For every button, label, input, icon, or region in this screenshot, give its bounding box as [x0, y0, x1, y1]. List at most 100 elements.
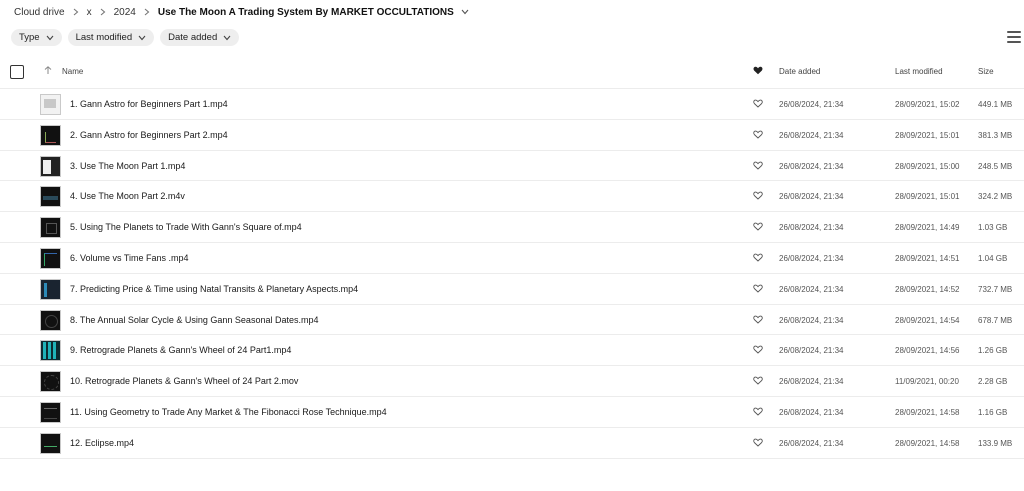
heart-outline-icon[interactable] — [753, 376, 763, 385]
file-name: 12. Eclipse.mp4 — [70, 437, 135, 448]
file-row[interactable]: 1. Gann Astro for Beginners Part 1.mp4 2… — [0, 89, 1024, 120]
chevron-down-icon[interactable] — [461, 9, 469, 15]
file-row[interactable]: 8. The Annual Solar Cycle & Using Gann S… — [0, 305, 1024, 336]
heart-outline-icon[interactable] — [753, 130, 763, 139]
file-date-added: 26/08/2024, 21:34 — [779, 223, 844, 233]
filter-bar: Type Last modified Date added — [11, 29, 240, 46]
file-list: 1. Gann Astro for Beginners Part 1.mp4 2… — [0, 89, 1024, 459]
video-thumbnail — [40, 401, 61, 423]
chevron-down-icon — [223, 35, 231, 41]
file-row[interactable]: 2. Gann Astro for Beginners Part 2.mp4 2… — [0, 120, 1024, 151]
chevron-right-icon — [73, 8, 79, 16]
file-size: 324.2 MB — [978, 192, 1013, 202]
file-date-added: 26/08/2024, 21:34 — [779, 100, 844, 109]
file-date-added: 26/08/2024, 21:34 — [779, 315, 844, 325]
file-last-modified: 28/09/2021, 14:56 — [895, 346, 960, 356]
file-last-modified: 28/09/2021, 15:01 — [895, 130, 960, 140]
breadcrumb-item-cloud-drive[interactable]: Cloud drive — [14, 7, 65, 18]
file-row[interactable]: 10. Retrograde Planets & Gann's Wheel of… — [0, 366, 1024, 397]
file-row[interactable]: 4. Use The Moon Part 2.m4v 26/08/2024, 2… — [0, 181, 1024, 213]
file-row[interactable]: 9. Retrograde Planets & Gann's Wheel of … — [0, 335, 1024, 367]
file-row[interactable]: 5. Using The Planets to Trade With Gann'… — [0, 212, 1024, 243]
file-name: 10. Retrograde Planets & Gann's Wheel of… — [70, 376, 299, 387]
breadcrumb-item-x[interactable]: x — [87, 7, 92, 18]
file-size: 449.1 MB — [978, 100, 1013, 109]
file-size: 732.7 MB — [978, 284, 1013, 294]
video-thumbnail — [40, 340, 61, 362]
column-header-name[interactable]: Name — [62, 67, 83, 76]
file-name: 11. Using Geometry to Trade Any Market &… — [70, 406, 387, 417]
file-size: 248.5 MB — [978, 161, 1013, 171]
file-size: 1.26 GB — [978, 346, 1008, 356]
video-thumbnail — [40, 309, 61, 331]
file-size: 381.3 MB — [978, 130, 1013, 140]
file-row[interactable]: 12. Eclipse.mp4 26/08/2024, 21:34 28/09/… — [0, 428, 1024, 459]
file-date-added: 26/08/2024, 21:34 — [779, 284, 844, 294]
file-size: 2.28 GB — [978, 377, 1008, 387]
video-thumbnail — [40, 432, 61, 454]
file-size: 1.04 GB — [978, 253, 1008, 263]
file-last-modified: 28/09/2021, 14:54 — [895, 315, 960, 325]
heart-outline-icon[interactable] — [753, 191, 763, 201]
video-thumbnail — [40, 371, 61, 393]
file-date-added: 26/08/2024, 21:34 — [779, 161, 844, 171]
column-header-last-modified[interactable]: Last modified — [895, 67, 943, 76]
heart-outline-icon[interactable] — [753, 345, 763, 354]
file-name: 1. Gann Astro for Beginners Part 1.mp4 — [70, 99, 228, 109]
file-date-added: 26/08/2024, 21:34 — [779, 377, 844, 387]
heart-filled-icon[interactable] — [753, 66, 763, 75]
chevron-down-icon — [138, 35, 146, 41]
heart-outline-icon[interactable] — [753, 161, 763, 170]
select-all-checkbox[interactable] — [10, 65, 24, 79]
file-last-modified: 11/09/2021, 00:20 — [895, 377, 959, 387]
heart-outline-icon[interactable] — [753, 407, 763, 416]
file-row[interactable]: 6. Volume vs Time Fans .mp4 26/08/2024, … — [0, 243, 1024, 274]
heart-outline-icon[interactable] — [753, 284, 763, 293]
file-name: 5. Using The Planets to Trade With Gann'… — [70, 222, 302, 233]
file-date-added: 26/08/2024, 21:34 — [779, 192, 844, 202]
arrow-up-icon[interactable] — [44, 66, 52, 75]
column-header-size[interactable]: Size — [978, 67, 994, 76]
file-last-modified: 28/09/2021, 14:49 — [895, 223, 960, 233]
video-thumbnail — [40, 124, 61, 146]
column-header-date-added[interactable]: Date added — [779, 67, 820, 76]
file-last-modified: 28/09/2021, 14:52 — [895, 284, 960, 294]
file-last-modified: 28/09/2021, 15:00 — [895, 161, 960, 171]
file-size: 678.7 MB — [978, 315, 1013, 325]
file-date-added: 26/08/2024, 21:34 — [779, 130, 844, 140]
table-header: Name Date added Last modified Size — [0, 56, 1024, 88]
file-name: 9. Retrograde Planets & Gann's Wheel of … — [70, 345, 292, 356]
video-thumbnail — [40, 247, 61, 269]
file-last-modified: 28/09/2021, 14:58 — [895, 438, 960, 448]
file-last-modified: 28/09/2021, 14:58 — [895, 407, 960, 417]
heart-outline-icon[interactable] — [753, 253, 763, 262]
file-last-modified: 28/09/2021, 14:51 — [895, 253, 960, 263]
file-size: 1.03 GB — [978, 223, 1008, 233]
file-row[interactable]: 11. Using Geometry to Trade Any Market &… — [0, 397, 1024, 428]
file-last-modified: 28/09/2021, 15:02 — [895, 100, 960, 109]
heart-outline-icon[interactable] — [753, 222, 763, 231]
list-view-icon[interactable] — [1007, 30, 1021, 44]
file-name: 3. Use The Moon Part 1.mp4 — [70, 160, 186, 171]
file-name: 2. Gann Astro for Beginners Part 2.mp4 — [70, 129, 228, 140]
filter-date-added[interactable]: Date added — [160, 29, 240, 46]
filter-date-added-label: Date added — [168, 32, 218, 43]
video-thumbnail — [40, 94, 61, 115]
video-thumbnail — [40, 186, 61, 208]
heart-outline-icon[interactable] — [753, 315, 763, 324]
video-thumbnail — [40, 278, 61, 300]
file-name: 8. The Annual Solar Cycle & Using Gann S… — [70, 314, 319, 325]
heart-outline-icon[interactable] — [753, 99, 763, 108]
filter-type[interactable]: Type — [11, 29, 62, 46]
file-size: 133.9 MB — [978, 438, 1013, 448]
file-row[interactable]: 3. Use The Moon Part 1.mp4 26/08/2024, 2… — [0, 151, 1024, 182]
video-thumbnail — [40, 155, 61, 177]
filter-last-modified[interactable]: Last modified — [67, 29, 155, 46]
chevron-right-icon — [144, 8, 150, 16]
file-name: 4. Use The Moon Part 2.m4v — [70, 191, 185, 202]
heart-outline-icon[interactable] — [753, 438, 763, 447]
breadcrumb-item-2024[interactable]: 2024 — [114, 7, 136, 18]
file-date-added: 26/08/2024, 21:34 — [779, 438, 844, 448]
file-row[interactable]: 7. Predicting Price & Time using Natal T… — [0, 274, 1024, 305]
file-date-added: 26/08/2024, 21:34 — [779, 346, 844, 356]
